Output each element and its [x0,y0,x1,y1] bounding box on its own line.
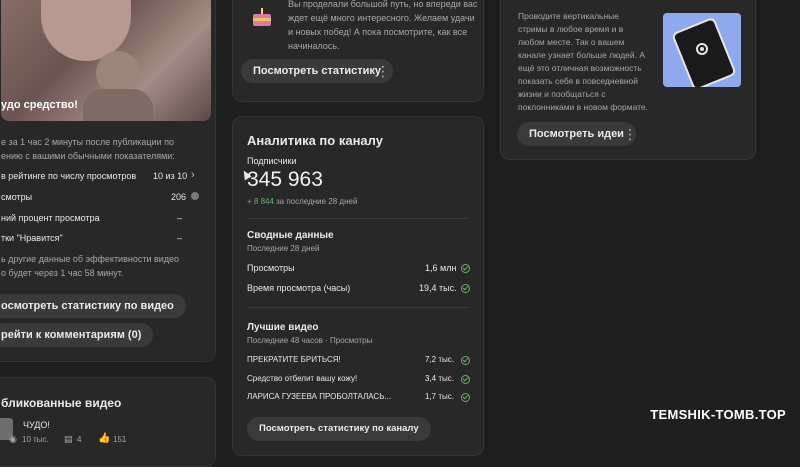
summary-period: Последние 28 дней [247,244,320,253]
milestone-text-line3: и новых побед! А пока посмотрите, как вс… [288,27,468,37]
video-performance-card: удо средство! е за 1 час 2 минуты после … [0,0,216,362]
promo-line: стримы в любое время и в [518,24,624,34]
milestone-card: Вы проделали большой путь, но впереди ва… [232,0,484,102]
watermark-text: TEMSHIK-TOMB.TOP [650,407,786,422]
check-circle-icon [461,284,470,293]
channel-stats-button[interactable]: Посмотреть статистику по каналу [247,417,431,441]
check-circle-icon [461,264,470,273]
check-circle-icon [461,375,470,384]
note-line2: о будет через 1 час 58 минут. [1,268,124,278]
performance-desc-line1: е за 1 час 2 минуты после публикации по [1,137,174,147]
divider [247,307,469,308]
more-options-icon[interactable]: ⋮ [376,64,390,78]
summary-title: Сводные данные [247,230,334,241]
row-label: ний процент просмотра [1,213,100,223]
subscribers-label: Подписчики [247,156,297,166]
subscribers-delta: + 8 844 [247,197,274,206]
metric-value: 1,6 млн [425,263,457,273]
published-video-likes: 151 [113,435,127,444]
top-video-views: 1,7 тыс. [425,392,454,401]
chevron-right-icon: › [191,169,195,181]
published-videos-card: бликованные видео ЧУДО! ◉ 10 тыс. ▤ 4 👍 … [0,377,216,467]
metric-label: Время просмотра (часы) [247,283,351,293]
promo-line: ещё это отличная возможность [518,63,642,73]
row-value: 206 [171,192,187,202]
row-label: тки "Нравится" [1,233,63,243]
vertical-streams-card: Проводите вертикальные стримы в любое вр… [500,0,756,160]
row-value: – [177,233,183,243]
cake-icon [251,6,273,26]
video-stats-button[interactable]: осмотреть статистику по видео [0,294,186,318]
metric-value: 19,4 тыс. [419,283,457,293]
info-icon[interactable] [191,192,199,200]
subscribers-delta-period: за последние 28 дней [276,197,358,206]
top-video-title: ЛАРИСА ГУЗЕЕВА ПРОБОЛТАЛАСЬ... [247,392,392,401]
promo-line: жизни и пообщаться с [518,89,606,99]
views-icon: ◉ [9,434,17,444]
check-circle-icon [461,356,470,365]
row-value: – [177,213,183,223]
view-ideas-button[interactable]: Посмотреть идеи [517,122,636,146]
published-video-views: 10 тыс. [22,435,49,444]
row-label: смотры [1,192,33,202]
divider [247,218,469,219]
thumbnail-body-shape [83,89,153,121]
go-to-comments-button[interactable]: рейти к комментариям (0) [0,323,154,347]
promo-line: Проводите вертикальные [518,11,619,21]
top-videos-title: Лучшие видео [247,322,319,333]
more-options-icon[interactable]: ⋮ [623,127,637,141]
view-stats-button[interactable]: Посмотреть статистику [241,59,393,83]
analytics-title: Аналитика по каналу [247,133,383,148]
milestone-text-line1: Вы проделали большой путь, но впереди ва… [288,0,478,9]
milestone-text-line4: начиналось. [288,41,340,51]
phone-stream-illustration [663,13,741,87]
promo-line: любом месте. Так о вашем [518,37,625,47]
thumb-up-icon: 👍 [98,433,111,444]
top-video-title: Средство отбелит вашу кожу! [247,374,358,383]
top-video-views: 7,2 тыс. [425,355,454,364]
subscribers-value: 345 963 [247,168,323,191]
channel-analytics-card: Аналитика по каналу Подписчики 345 963 +… [232,116,484,456]
metric-label: Просмотры [247,263,295,273]
promo-line: показать себя в повседневной [518,76,639,86]
thumbnail-caption: удо средство! [1,99,78,111]
row-label: в рейтинге по числу просмотров [1,171,137,181]
video-thumbnail[interactable]: удо средство! [1,0,211,121]
comment-icon: ▤ [64,434,73,444]
top-video-views: 3,4 тыс. [425,374,454,383]
performance-desc-line2: ению с вашими обычными показателями: [1,151,175,161]
top-video-title: ПРЕКРАТИТЕ БРИТЬСЯ! [247,355,341,364]
published-video-comments: 4 [77,435,82,444]
milestone-text-line2: ждет ещё много интересного. Желаем удачи [288,13,475,23]
top-videos-period: Последние 48 часов · Просмотры [247,336,373,345]
promo-line: поклонниками в новом формате. [518,102,649,112]
promo-line: канале узнает больше людей. А [518,50,646,60]
check-circle-icon [461,393,470,402]
note-line1: ь другие данные об эффективности видео [1,254,180,264]
published-video-title[interactable]: ЧУДО! [23,420,50,430]
published-videos-title: бликованные видео [1,396,122,410]
row-value: 10 из 10 [153,171,188,181]
